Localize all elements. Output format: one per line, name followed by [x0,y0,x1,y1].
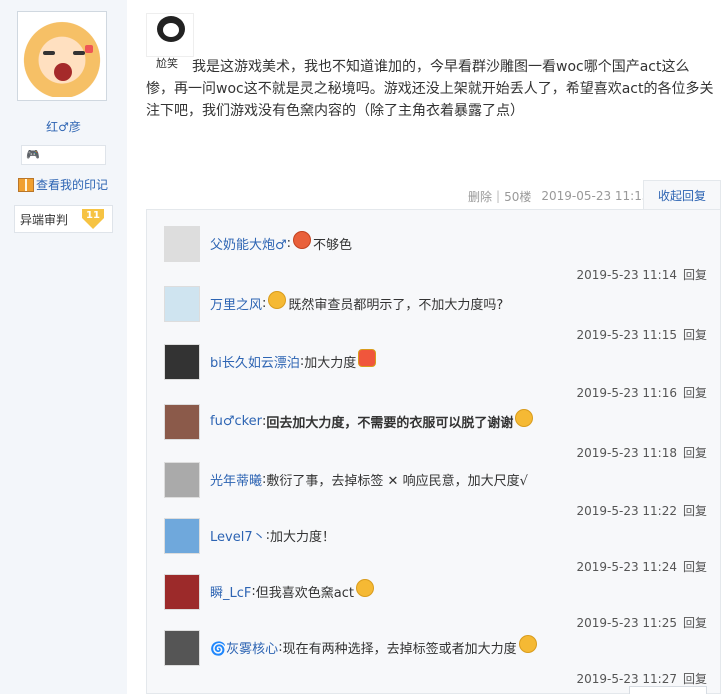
meme-face [163,23,179,37]
meta-separator: | [496,189,501,203]
avatar-eye [73,51,85,55]
reply-text: 既然审查员都明示了，不加大力度吗? [288,298,504,313]
reply-content: 🌀灰雾核心: 现在有两种选择，去掉标签或者加大力度 [210,634,539,657]
post-meta: 删除 | 50楼 2019-05-23 11:13 [468,186,649,206]
reply-content: bi长久如云漂泊: 加大力度 [210,348,378,371]
reply-item: Level7丶: 加大力度！ 2019-5-23 11:24 回复 [147,512,707,574]
view-marks-label: 查看我的印记 [36,178,109,192]
reply-content: 万里之风: 既然审查员都明示了，不加大力度吗? [210,290,504,313]
reply-text: 加大力度 [304,356,357,371]
reply-content: 光年蒂曦: 敷衍了事，去掉标签 ✕ 响应民意，加大尺度√ [210,470,528,489]
reply-item: 🌀灰雾核心: 现在有两种选择，去掉标签或者加大力度 2019-5-23 11:27… [147,624,707,686]
emoji-icon [515,408,534,427]
reply-avatar[interactable] [164,574,200,610]
avatar-eye [43,51,55,55]
reply-colon: : [286,236,292,251]
reply-item: 万里之风: 既然审查员都明示了，不加大力度吗? 2019-5-23 11:15 回复 [147,280,707,342]
delete-link[interactable]: 删除 [468,188,492,205]
level-badge[interactable]: 异端审判 11 [14,205,113,233]
post-time: 2019-05-23 11:13 [541,189,650,203]
reply-item: bi长久如云漂泊: 加大力度 2019-5-23 11:16 回复 [147,338,707,400]
reply-nickname[interactable]: 瞬_LcF [210,582,251,601]
user-sidebar: 红♂彦 🎮 查看我的印记 异端审判 11 [0,0,127,694]
username[interactable]: 红♂彦 [0,118,127,135]
reply-nickname[interactable]: 🌀灰雾核心 [210,638,278,657]
reply-item: 瞬_LcF: 但我喜欢色㚠act 2019-5-23 11:25 回复 [147,568,707,630]
reply-content: fu♂cker: 回去加大力度，不需要的衣服可以脱了谢谢 [210,408,535,431]
avatar-image [21,15,103,97]
reply-content: 父奶能大炮♂: 不够色 [210,230,353,253]
reply-avatar[interactable] [164,630,200,666]
reply-avatar[interactable] [164,462,200,498]
reply-text: 敷衍了事，去掉标签 ✕ 响应民意，加大尺度√ [266,474,528,489]
reply-avatar[interactable] [164,518,200,554]
book-icon [18,177,34,192]
reply-avatar[interactable] [164,286,200,322]
emoji-icon [358,348,377,367]
reply-nickname[interactable]: 父奶能大炮♂ [210,234,287,253]
reply-text: 现在有两种选择，去掉标签或者加大力度 [282,642,517,657]
reply-nickname[interactable]: 光年蒂曦 [210,470,262,489]
reply-item: 光年蒂曦: 敷衍了事，去掉标签 ✕ 响应民意，加大尺度√ 2019-5-23 11… [147,456,707,518]
avatar-hairpin [85,45,93,53]
post-meme [146,13,194,57]
reply-nickname[interactable]: bi长久如云漂泊 [210,352,300,371]
reply-item: fu♂cker: 回去加大力度，不需要的衣服可以脱了谢谢 2019-5-23 11… [147,398,707,460]
reply-nickname[interactable]: 万里之风 [210,294,262,313]
reply-text: 不够色 [313,238,353,253]
reply-time: 2019-5-23 11:27 [576,672,677,686]
floor-number: 50楼 [504,189,532,204]
reply-text: 但我喜欢色㚠act [255,586,354,601]
reply-meta: 2019-5-23 11:27 回复 [576,670,707,687]
reply-button[interactable]: 回复 [683,672,707,686]
level-name: 异端审判 [20,212,69,227]
more-replies-button[interactable] [629,686,707,694]
reply-avatar[interactable] [164,226,200,262]
emoji-icon [518,634,537,653]
badge-box: 🎮 [21,145,106,165]
level-number: 11 [82,209,105,229]
reply-text: 回去加大力度，不需要的衣服可以脱了谢谢 [266,416,514,431]
reply-nickname[interactable]: fu♂cker [210,414,262,429]
reply-avatar[interactable] [164,344,200,380]
post-body: 我是这游戏美术，我也不知道谁加的，今早看群沙雕图一看woc哪个国产act这么惨，… [146,59,714,119]
reply-item: 父奶能大炮♂: 不够色 2019-5-23 11:14 回复 [147,220,707,282]
reply-nickname[interactable]: Level7丶 [210,526,266,545]
reply-list: 父奶能大炮♂: 不够色 2019-5-23 11:14 回复 万里之风: 既然审查员都… [146,209,721,694]
reply-content: 瞬_LcF: 但我喜欢色㚠act [210,578,376,601]
meme-image [146,13,194,57]
emoji-icon [355,578,374,597]
reply-text: 加大力度！ [269,530,335,545]
view-marks-link[interactable]: 查看我的印记 [18,176,108,193]
reply-avatar[interactable] [164,404,200,440]
reply-colon: : [262,296,267,311]
gamepad-icon[interactable]: 🎮 [26,149,40,161]
emoji-icon [293,230,312,249]
collapse-replies-button[interactable]: 收起回复 [643,180,721,210]
emoji-icon [268,290,287,309]
avatar[interactable] [17,11,107,101]
avatar-mouth [54,63,72,81]
reply-content: Level7丶: 加大力度！ [210,526,335,545]
